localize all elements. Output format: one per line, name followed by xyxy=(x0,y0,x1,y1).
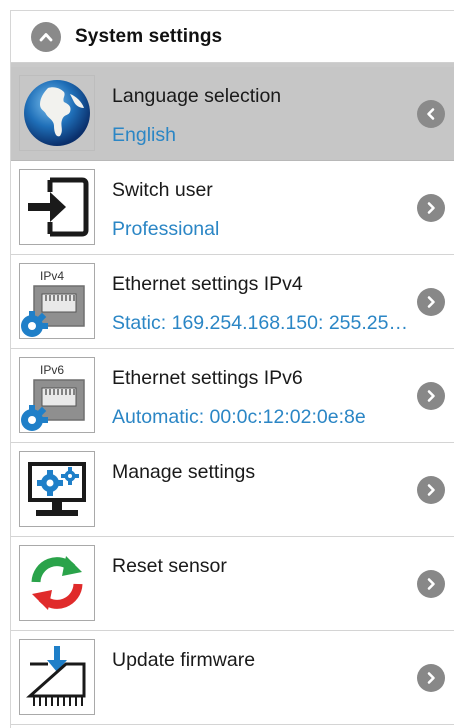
globe-icon xyxy=(19,75,95,151)
item-value: Static: 169.254.168.150: 255.255.0.0 xyxy=(112,312,408,334)
chevron-right-icon[interactable] xyxy=(417,382,445,410)
chevron-right-icon[interactable] xyxy=(417,194,445,222)
chevron-right-icon[interactable] xyxy=(417,476,445,504)
menu-item-switch-user[interactable]: Switch user Professional xyxy=(11,161,454,255)
login-icon xyxy=(19,169,95,245)
item-title: Language selection xyxy=(112,85,282,107)
section-header[interactable]: System settings xyxy=(11,11,454,63)
item-title: Update firmware xyxy=(112,649,256,671)
firmware-upload-icon xyxy=(19,639,95,715)
chevron-left-icon[interactable] xyxy=(417,100,445,128)
ipv4-badge: IPv4 xyxy=(40,269,65,283)
chevron-up-icon[interactable] xyxy=(31,21,61,52)
item-value: Professional xyxy=(112,218,220,240)
item-title: Reset sensor xyxy=(112,555,227,577)
monitor-gears-icon xyxy=(19,451,95,527)
menu-item-ethernet-ipv6[interactable]: IPv6 Ethernet settings IPv6 Automatic: 0… xyxy=(11,349,454,443)
item-title: Manage settings xyxy=(112,461,256,483)
section-title: System settings xyxy=(75,25,223,47)
system-settings-panel: System settings Language selection Engli… xyxy=(10,10,454,728)
menu-item-manage-settings[interactable]: Manage settings xyxy=(11,443,454,537)
reset-arrows-icon xyxy=(19,545,95,621)
item-value: English xyxy=(112,124,176,146)
item-value: Automatic: 00:0c:12:02:0e:8e xyxy=(112,406,366,428)
menu-item-language-selection[interactable]: Language selection English xyxy=(11,67,454,161)
chevron-right-icon[interactable] xyxy=(417,570,445,598)
ipv6-badge: IPv6 xyxy=(40,363,65,377)
item-title: Switch user xyxy=(112,179,213,201)
chevron-right-icon[interactable] xyxy=(417,288,445,316)
item-title: Ethernet settings IPv6 xyxy=(112,367,303,389)
item-title: Ethernet settings IPv4 xyxy=(112,273,303,295)
menu-item-update-firmware[interactable]: Update firmware xyxy=(11,631,454,725)
menu-item-reset-sensor[interactable]: Reset sensor xyxy=(11,537,454,631)
chevron-right-icon[interactable] xyxy=(417,664,445,692)
ethernet-ipv6-icon: IPv6 xyxy=(19,357,95,433)
ethernet-ipv4-icon: IPv4 xyxy=(19,263,95,339)
menu-item-ethernet-ipv4[interactable]: IPv4 Ethernet settings IPv4 Static: 169.… xyxy=(11,255,454,349)
